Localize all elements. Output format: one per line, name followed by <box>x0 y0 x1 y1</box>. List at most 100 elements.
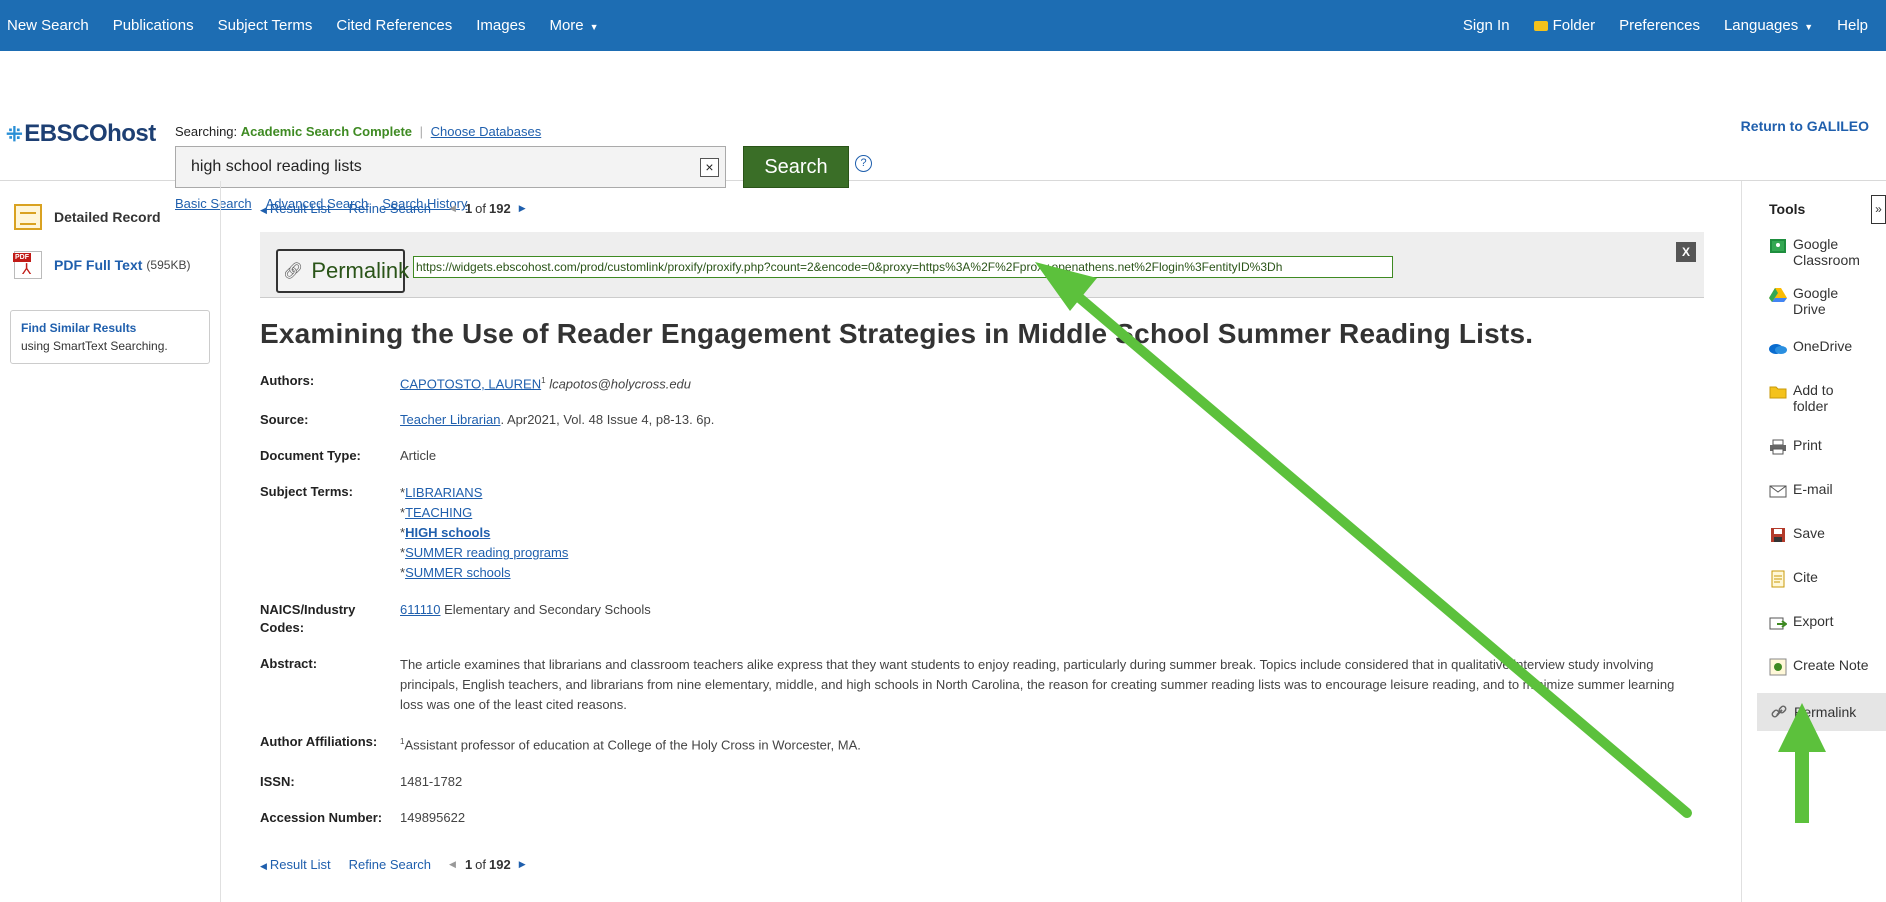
field-label: Author Affiliations: <box>260 734 378 750</box>
tool-label: OneDrive <box>1793 338 1853 354</box>
record-of: of <box>475 201 487 216</box>
permalink-title-text: Permalink <box>311 258 410 283</box>
tool-permalink[interactable]: Permalink <box>1757 693 1886 731</box>
choose-databases-link[interactable]: Choose Databases <box>431 124 542 139</box>
field-abstract: Abstract: The article examines that libr… <box>260 655 1704 715</box>
onedrive-icon <box>1767 338 1789 358</box>
caret-down-icon: ▼ <box>589 22 599 32</box>
record-total: 192 <box>489 857 511 872</box>
folder-icon <box>1533 21 1548 31</box>
nav-sign-in[interactable]: Sign In <box>1451 17 1522 34</box>
field-source: Source: Teacher Librarian. Apr2021, Vol.… <box>260 411 1704 429</box>
subject-link[interactable]: LIBRARIANS <box>405 485 482 500</box>
logo-mark-icon: ⁜ <box>6 124 23 146</box>
tool-add-to-folder[interactable]: Add to folder <box>1756 382 1872 414</box>
tool-label: Save <box>1793 525 1825 541</box>
field-label: Subject Terms: <box>260 484 353 500</box>
help-icon[interactable]: ? <box>855 155 872 172</box>
chain-link-icon: 🔗︎ <box>283 263 304 280</box>
detailed-record-label: Detailed Record <box>54 209 161 225</box>
naics-text: Elementary and Secondary Schools <box>444 602 651 618</box>
search-header: ⁜EBSCOhost Searching: Academic Search Co… <box>0 51 1886 211</box>
record-of: of <box>475 857 487 872</box>
naics-code-link[interactable]: 611110 <box>400 602 441 617</box>
nav-preferences[interactable]: Preferences <box>1607 17 1712 34</box>
field-document-type: Document Type: Article <box>260 447 1704 465</box>
ebscohost-logo[interactable]: ⁜EBSCOhost <box>6 120 156 148</box>
field-label: Accession Number: <box>260 809 383 825</box>
previous-record-icon[interactable]: ◀ <box>449 859 456 870</box>
result-navigation-bottom: ◀ Result List Refine Search ◀ 1 of 192 ▶ <box>260 857 526 872</box>
permalink-close-button[interactable]: X <box>1676 242 1696 262</box>
nav-subject-terms[interactable]: Subject Terms <box>206 17 325 34</box>
collapse-tools-button[interactable]: » <box>1871 195 1886 224</box>
previous-record-icon[interactable]: ◀ <box>449 203 456 214</box>
next-record-icon[interactable]: ▶ <box>519 203 526 214</box>
subject-link[interactable]: HIGH schools <box>405 525 490 540</box>
record-position: 1 <box>464 201 473 216</box>
tool-export[interactable]: Export <box>1756 613 1872 633</box>
nav-languages[interactable]: Languages ▼ <box>1712 17 1825 34</box>
return-to-galileo-link[interactable]: Return to GALILEO <box>1741 118 1869 134</box>
permalink-url-field[interactable]: https://widgets.ebscohost.com/prod/custo… <box>413 256 1393 278</box>
nav-publications[interactable]: Publications <box>101 17 206 34</box>
author-sup: 1 <box>541 376 546 385</box>
nav-images[interactable]: Images <box>464 17 537 34</box>
field-affiliations: Author Affiliations: 1Assistant professo… <box>260 733 1704 754</box>
nav-help[interactable]: Help <box>1825 17 1886 34</box>
field-label: ISSN: <box>260 773 295 789</box>
tool-print[interactable]: Print <box>1756 437 1872 457</box>
result-list-link[interactable]: ◀ Result List <box>260 201 331 216</box>
tool-create-note[interactable]: Create Note <box>1756 657 1872 677</box>
tool-label: E-mail <box>1793 481 1833 497</box>
subject-link[interactable]: SUMMER schools <box>405 565 510 580</box>
tool-onedrive[interactable]: OneDrive <box>1756 338 1872 358</box>
field-authors: Authors: CAPOTOSTO, LAUREN1 lcapotos@hol… <box>260 372 1704 393</box>
field-value: *LIBRARIANS *TEACHING *HIGH schools *SUM… <box>400 483 568 583</box>
detailed-record-item[interactable]: Detailed Record <box>0 198 220 236</box>
tool-save[interactable]: Save <box>1756 525 1872 545</box>
email-icon <box>1767 481 1789 501</box>
result-list-label: Result List <box>269 201 331 216</box>
caret-down-icon: ▼ <box>1804 22 1814 32</box>
find-similar-box: Find Similar Results using SmartText Sea… <box>10 310 210 364</box>
field-label: Document Type: <box>260 448 361 464</box>
triangle-left-icon: ◀ <box>260 205 267 215</box>
field-value: 1481-1782 <box>400 773 463 789</box>
pdf-full-text-link[interactable]: PDF Full Text <box>54 257 142 273</box>
tool-cite[interactable]: Cite <box>1756 569 1872 589</box>
tool-email[interactable]: E-mail <box>1756 481 1872 501</box>
subject-link[interactable]: SUMMER reading programs <box>405 545 568 560</box>
triangle-left-icon: ◀ <box>260 861 267 871</box>
record-title: Examining the Use of Reader Engagement S… <box>260 318 1534 349</box>
permalink-panel: 🔗︎ Permalink https://widgets.ebscohost.co… <box>260 232 1704 298</box>
journal-link[interactable]: Teacher Librarian <box>400 412 500 427</box>
note-icon <box>1767 657 1789 677</box>
find-similar-subtitle: using SmartText Searching. <box>21 339 168 353</box>
database-name: Academic Search Complete <box>240 124 413 139</box>
refine-search-link[interactable]: Refine Search <box>349 857 431 872</box>
subject-link[interactable]: TEACHING <box>405 505 472 520</box>
clear-search-icon[interactable]: × <box>700 158 719 177</box>
find-similar-link[interactable]: Find Similar Results <box>21 321 199 335</box>
next-record-icon[interactable]: ▶ <box>519 859 526 870</box>
print-icon <box>1767 437 1789 457</box>
tool-google-drive[interactable]: Google Drive <box>1756 285 1872 317</box>
pdf-full-text-item[interactable]: PDF Full Text (595KB) <box>0 246 220 284</box>
nav-folder[interactable]: Folder <box>1522 17 1608 34</box>
author-link[interactable]: CAPOTOSTO, LAUREN <box>400 376 541 391</box>
nav-more[interactable]: More ▼ <box>537 17 610 34</box>
subject-term: *HIGH schools <box>400 525 491 541</box>
nav-new-search[interactable]: New Search <box>7 17 101 34</box>
top-navigation-bar: New Search Publications Subject Terms Ci… <box>0 0 1886 51</box>
subject-term: *LIBRARIANS <box>400 485 483 501</box>
record-position: 1 <box>464 857 473 872</box>
field-label: Authors: <box>260 373 315 388</box>
result-list-link[interactable]: ◀ Result List <box>260 857 331 872</box>
tool-google-classroom[interactable]: Google Classroom <box>1756 236 1872 268</box>
pdf-icon <box>13 251 42 279</box>
nav-cited-references[interactable]: Cited References <box>324 17 464 34</box>
detailed-record-icon <box>14 204 42 230</box>
record-total: 192 <box>489 201 511 216</box>
refine-search-link[interactable]: Refine Search <box>349 201 431 216</box>
